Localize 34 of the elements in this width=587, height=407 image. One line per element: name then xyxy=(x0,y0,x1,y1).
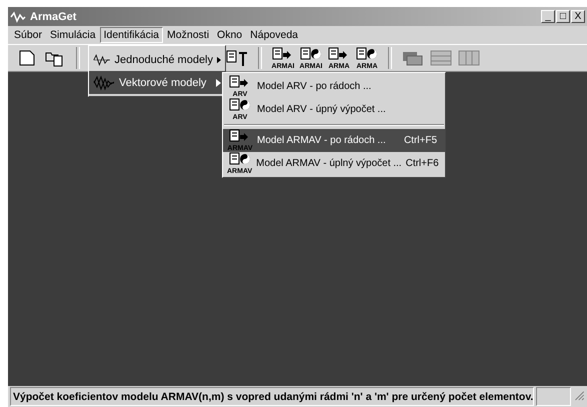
menu-entry-label: Jednoduché modely xyxy=(114,54,214,66)
menu-item[interactable]: Možnosti xyxy=(163,27,214,43)
menu-item[interactable]: Simulácia xyxy=(46,27,100,43)
shortcut-label: Ctrl+F6 xyxy=(406,158,439,169)
tile-horizontal-icon[interactable] xyxy=(430,50,452,66)
menu-item[interactable]: Identifikácia xyxy=(100,27,164,43)
menu-entry-label: Model ARMAV - po rádoch ... xyxy=(257,135,387,146)
document-text-icon[interactable] xyxy=(226,50,248,66)
document-yinyang-icon xyxy=(356,46,378,62)
menu-entry[interactable]: Vektorové modely xyxy=(89,71,225,94)
menu-entry-label: Model ARV - po rádoch ... xyxy=(257,81,372,92)
menu-item[interactable]: Okno xyxy=(213,27,246,43)
menu-entry-label: Model ARV - úpný výpočet ... xyxy=(257,104,387,115)
tile-vertical-icon[interactable] xyxy=(458,50,480,66)
status-text: Výpočet koeficientov modelu ARMAV(n,m) s vopred udanými rádmi 'n' a 'm' pre určený počet elementov. xyxy=(10,387,534,406)
maximize-button[interactable]: □ xyxy=(556,10,570,23)
minimize-button[interactable]: _ xyxy=(541,10,555,23)
status-panel xyxy=(536,387,572,406)
wave-icon xyxy=(93,52,111,68)
cascade-windows-icon[interactable] xyxy=(402,50,424,66)
document-arrow-icon xyxy=(328,46,350,62)
menu-item[interactable]: Súbor xyxy=(10,27,46,43)
menu-entry-label: Model ARMAV - úplný výpočet ... xyxy=(256,158,402,169)
menu-item[interactable]: Nápoveda xyxy=(246,27,302,43)
shortcut-label: Ctrl+F5 xyxy=(404,135,437,146)
document-arrow-icon xyxy=(272,46,294,62)
window-title: ArmaGet xyxy=(30,10,78,22)
menu-entry[interactable]: Jednoduché modely xyxy=(89,48,225,71)
submenu-arrow-icon xyxy=(217,56,221,64)
close-button[interactable]: X xyxy=(571,10,585,23)
menu-entry-label: Vektorové modely xyxy=(119,76,208,88)
waves-icon xyxy=(93,74,115,90)
app-icon xyxy=(10,10,26,22)
document-yinyang-icon xyxy=(300,46,322,62)
